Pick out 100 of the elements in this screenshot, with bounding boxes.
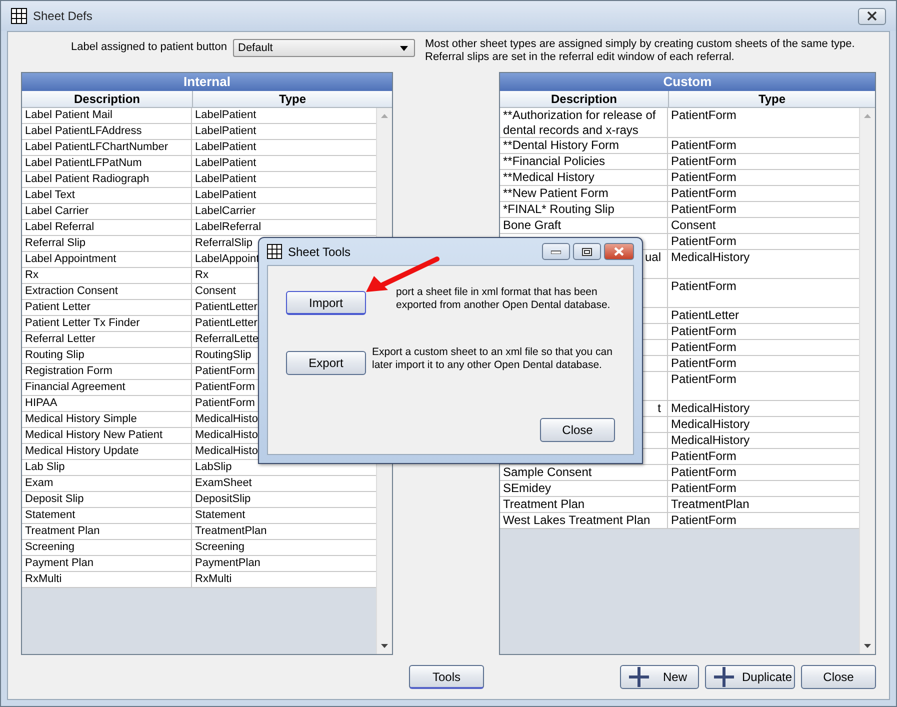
table-cell: Treatment Plan: [500, 497, 668, 512]
field-label: Label assigned to patient button: [71, 41, 228, 53]
table-cell-text: PatientForm: [670, 234, 738, 249]
table-cell: Patient Letter: [22, 300, 192, 315]
table-cell-text: MedicalHisto: [194, 412, 259, 427]
table-cell: Label Patient Mail: [22, 108, 192, 123]
table-cell: **New Patient Form: [500, 186, 668, 201]
table-cell: Label Patient Radiograph: [22, 172, 192, 187]
table-cell-text: PatientForm: [670, 279, 738, 295]
table-cell-text: PatientLetter: [194, 300, 258, 315]
table-cell-text: MedicalHistory: [670, 401, 751, 416]
table-cell: **Medical History: [500, 170, 668, 185]
table-cell: Rx: [22, 268, 192, 283]
table-cell-text: TreatmentPlan: [194, 524, 268, 539]
table-cell: **Authorization for release of dental records and x-rays: [500, 108, 668, 137]
table-cell-text: PatientForm: [670, 202, 738, 217]
table-cell-text: LabelAppoint: [194, 252, 260, 267]
table-cell-text: LabelPatient: [194, 108, 258, 123]
table-cell-text: LabelReferral: [194, 220, 262, 235]
table-cell: SEmidey: [500, 481, 668, 496]
table-cell-text: PatientForm: [670, 108, 738, 124]
table-cell-text: PatientForm: [670, 170, 738, 185]
table-cell: Referral Letter: [22, 332, 192, 347]
table-cell: Bone Graft: [500, 218, 668, 233]
table-cell: Patient Letter Tx Finder: [22, 316, 192, 331]
table-cell-text: ReferralLette: [194, 332, 260, 347]
table-cell: Label Referral: [22, 220, 192, 235]
table-cell-text: MedicalHistory: [670, 250, 751, 266]
table-cell-text: PatientForm: [670, 465, 738, 480]
table-cell-text: LabelPatient: [194, 188, 258, 203]
table-cell-text: PatientLetter: [670, 308, 740, 323]
table-cell-text: MedicalHistory: [670, 417, 751, 432]
table-cell: Label PatientLFChartNumber: [22, 140, 192, 155]
table-cell-text: LabelPatient: [194, 124, 258, 139]
table-cell-text: PatientForm: [670, 154, 738, 169]
table-cell-text: PatientForm: [670, 372, 738, 388]
table-cell-text: MedicalHisto: [194, 428, 259, 443]
table-cell-text: RxMulti: [194, 572, 233, 587]
table-cell: Payment Plan: [22, 556, 192, 571]
table-cell-text: MedicalHisto: [194, 444, 259, 459]
table-cell: West Lakes Treatment Plan: [500, 513, 668, 528]
table-cell-text: MedicalHistory: [670, 433, 751, 448]
table-cell-text: LabelPatient: [194, 140, 258, 155]
table-cell-text: PatientForm: [670, 449, 738, 464]
table-cell: Lab Slip: [22, 460, 192, 475]
table-cell: Referral Slip: [22, 236, 192, 251]
table-cell: Label Carrier: [22, 204, 192, 219]
table-cell-text: ExamSheet: [194, 476, 253, 491]
table-cell: HIPAA: [22, 396, 192, 411]
table-cell-text: LabelCarrier: [194, 204, 257, 219]
table-cell-text: ReferralSlip: [194, 236, 254, 251]
table-cell: Statement: [22, 508, 192, 523]
table-cell-text: DepositSlip: [194, 492, 252, 507]
grid-title: Custom: [500, 73, 875, 91]
table-cell-text: TreatmentPlan: [670, 497, 750, 512]
table-cell: Label PatientLFAddress: [22, 124, 192, 139]
table-cell: Label PatientLFPatNum: [22, 156, 192, 171]
note-text: Referral slips are set in the referral edit window of each referral.: [425, 51, 736, 64]
table-cell-text: PatientForm: [670, 186, 738, 201]
table-cell-text: PatientForm: [194, 380, 256, 395]
table-cell: Medical History New Patient: [22, 428, 192, 443]
table-cell: Deposit Slip: [22, 492, 192, 507]
table-cell-text: PatientLetter: [194, 316, 258, 331]
table-cell-text: PatientForm: [194, 396, 256, 411]
table-cell-text: PaymentPlan: [194, 556, 262, 571]
table-cell: Medical History Simple: [22, 412, 192, 427]
table-cell-text: PatientForm: [670, 138, 738, 153]
table-cell: RxMulti: [22, 572, 192, 587]
table-cell: Screening: [22, 540, 192, 555]
table-cell-text: PatientForm: [670, 340, 738, 355]
table-cell: Extraction Consent: [22, 284, 192, 299]
action-description: Export a custom sheet to an xml file so that you can later import it to any other Open Dental database.: [372, 346, 614, 372]
table-cell: Exam: [22, 476, 192, 491]
table-cell-text: Rx: [194, 268, 210, 283]
table-cell-text: PatientForm: [670, 513, 738, 528]
table-cell: Sample Consent: [500, 465, 668, 480]
table-cell-text: Statement: [194, 508, 246, 523]
table-cell: Registration Form: [22, 364, 192, 379]
table-cell: Routing Slip: [22, 348, 192, 363]
table-cell-text: PatientForm: [670, 356, 738, 371]
table-cell: **Financial Policies: [500, 154, 668, 169]
table-cell-text: LabelPatient: [194, 172, 258, 187]
table-cell: Treatment Plan: [22, 524, 192, 539]
table-cell-text: LabSlip: [194, 460, 233, 475]
table-cell-text: PatientForm: [670, 481, 738, 496]
table-cell-text: LabelPatient: [194, 156, 258, 171]
table-cell-text: Consent: [670, 218, 717, 233]
table-cell: Medical History Update: [22, 444, 192, 459]
dialog-title: Sheet Tools: [288, 244, 350, 258]
table-cell: Label Text: [22, 188, 192, 203]
grid-title: Internal: [22, 73, 392, 91]
table-cell-text: PatientForm: [670, 324, 738, 339]
table-cell-text: Screening: [194, 540, 246, 555]
table-cell-text: PatientForm: [194, 364, 256, 379]
note-text: Most other sheet types are assigned simply by creating custom sheets of the same type.: [425, 38, 855, 51]
action-description: port a sheet file in xml format that has been exported from another Open Dental database.: [395, 286, 612, 312]
table-cell: Label Appointment: [22, 252, 192, 267]
table-cell-text: RoutingSlip: [194, 348, 252, 363]
table-cell: *FINAL* Routing Slip: [500, 202, 668, 217]
window-title: Sheet Defs: [33, 9, 92, 23]
